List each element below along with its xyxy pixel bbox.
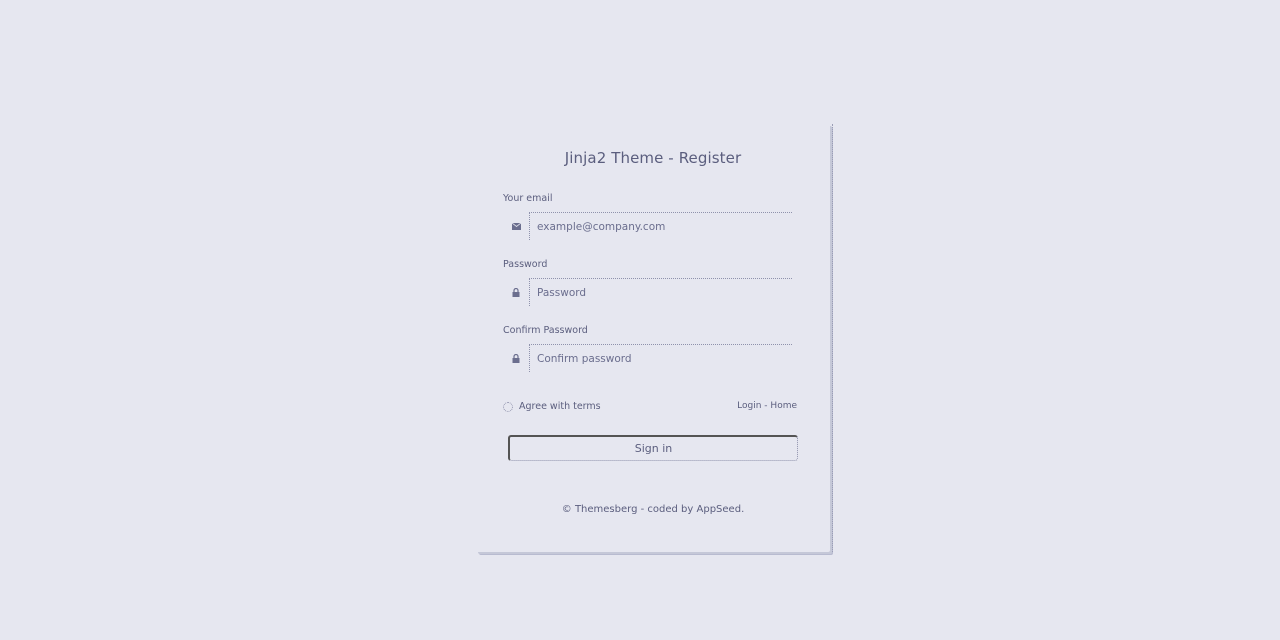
agree-terms-checkbox[interactable] (503, 401, 513, 412)
sign-in-button[interactable]: Sign in (508, 435, 798, 461)
register-card: Jinja2 Theme - Register Your email Passw… (476, 124, 833, 552)
page-title: Jinja2 Theme - Register (564, 149, 742, 167)
agree-terms[interactable]: Agree with terms (503, 401, 601, 412)
auth-links: Login - Home (737, 401, 797, 411)
links-separator: - (764, 401, 768, 411)
password-field-box (529, 278, 792, 306)
password-label: Password (503, 259, 548, 270)
email-label: Your email (503, 193, 553, 204)
home-link[interactable]: Home (770, 401, 797, 411)
confirm-password-field-box (529, 344, 792, 372)
password-field[interactable] (537, 286, 792, 299)
appseed-link[interactable]: AppSeed (697, 504, 742, 515)
footer-separator: - coded by (640, 504, 694, 515)
confirm-password-label: Confirm Password (503, 325, 588, 336)
lock-icon (503, 344, 529, 372)
email-field[interactable] (537, 220, 792, 233)
footer: © Themesberg - coded by AppSeed. (476, 504, 830, 515)
agree-terms-label: Agree with terms (519, 401, 601, 412)
confirm-password-field[interactable] (537, 352, 792, 365)
copyright-symbol: © (561, 504, 572, 515)
lock-icon (503, 278, 529, 306)
email-field-box (529, 212, 792, 240)
envelope-icon (503, 212, 529, 240)
confirm-password-input-group (503, 344, 792, 372)
email-input-group (503, 212, 792, 240)
themesberg-link[interactable]: Themesberg (575, 504, 638, 515)
footer-end: . (741, 504, 745, 515)
login-link[interactable]: Login (737, 401, 761, 411)
password-input-group (503, 278, 792, 306)
